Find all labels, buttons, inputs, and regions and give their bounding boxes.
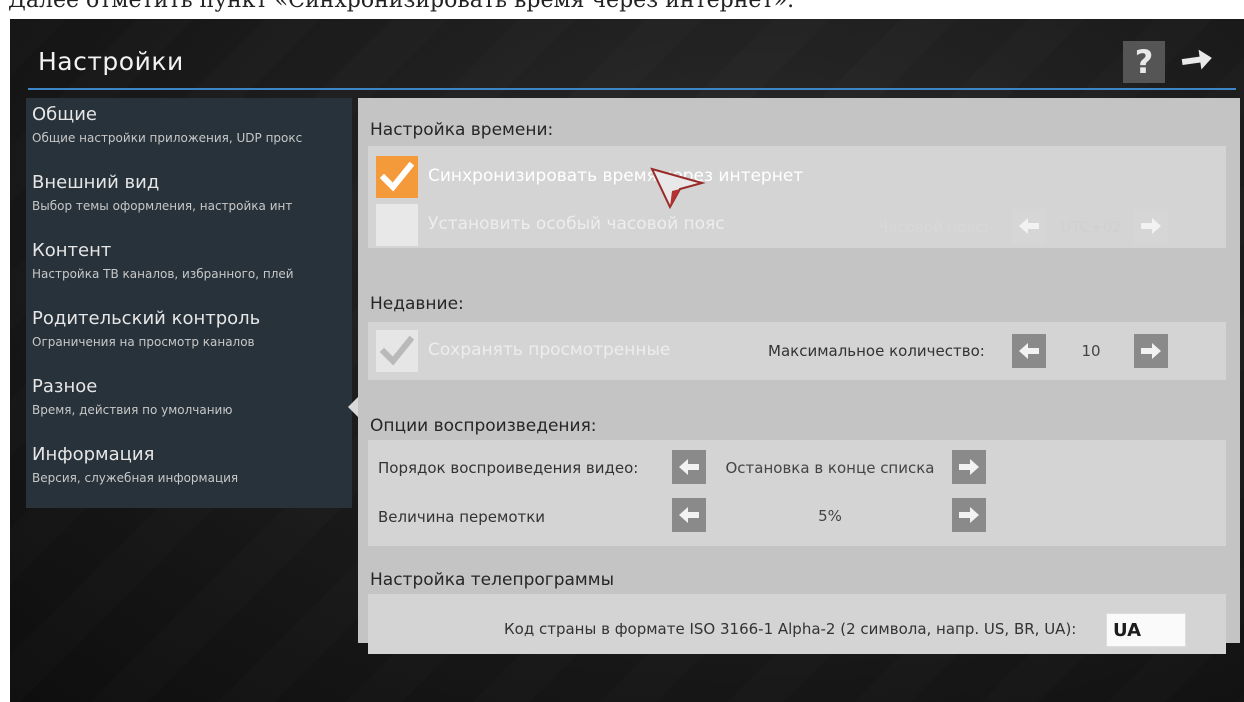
seek-step-next-button[interactable] xyxy=(952,498,986,532)
arrow-left-icon xyxy=(679,459,699,475)
panel-recent: Сохранять просмотренные Максимальное кол… xyxy=(368,322,1226,380)
sync-time-checkbox[interactable] xyxy=(376,156,418,198)
instruction-caption: Далее отметить пункт «Синхронизировать в… xyxy=(8,0,795,13)
timezone-next-button[interactable] xyxy=(1134,209,1168,243)
sidebar-item-title: Информация xyxy=(32,444,155,465)
sidebar-item-subtitle: Настройка ТВ каналов, избранного, плей xyxy=(32,267,294,281)
sidebar-item-title: Родительский контроль xyxy=(32,308,261,329)
timezone-value: UTC+02 xyxy=(1060,218,1122,236)
seek-step-label: Величина перемотки xyxy=(378,508,546,526)
sync-time-label[interactable]: Синхронизировать время через интернет xyxy=(428,166,803,186)
sidebar-item-subtitle: Общие настройки приложения, UDP прокс xyxy=(32,131,303,145)
arrow-left-icon xyxy=(1019,343,1039,359)
country-code-input[interactable]: UA xyxy=(1106,613,1186,647)
sidebar-item-subtitle: Выбор темы оформления, настройка инт xyxy=(32,199,293,213)
sidebar-item-subtitle: Время, действия по умолчанию xyxy=(32,403,233,417)
settings-content: Настройка времени: Синхронизировать врем… xyxy=(358,98,1240,654)
header-divider xyxy=(28,88,1236,90)
section-title-time: Настройка времени: xyxy=(370,120,554,140)
timezone-prev-button[interactable] xyxy=(1012,209,1046,243)
sidebar-item-general[interactable]: Общие Общие настройки приложения, UDP пр… xyxy=(26,98,352,162)
panel-playback: Порядок воспроиведения видео: Остановка … xyxy=(368,440,1226,546)
panel-epg: Код страны в формате ISO 3166-1 Alpha-2 … xyxy=(368,594,1226,654)
help-icon: ? xyxy=(1134,43,1154,81)
play-order-prev-button[interactable] xyxy=(672,450,706,484)
exit-button[interactable] xyxy=(1176,41,1218,83)
sidebar-item-appearance[interactable]: Внешний вид Выбор темы оформления, настр… xyxy=(26,166,352,230)
header: Настройки ? xyxy=(10,19,1244,90)
selected-item-pointer xyxy=(348,397,358,417)
custom-timezone-checkbox[interactable] xyxy=(376,204,418,246)
max-count-next-button[interactable] xyxy=(1134,334,1168,368)
sidebar-item-content[interactable]: Контент Настройка ТВ каналов, избранного… xyxy=(26,234,352,298)
sidebar-item-subtitle: Версия, служебная информация xyxy=(32,471,239,485)
save-watched-label[interactable]: Сохранять просмотренные xyxy=(428,340,670,360)
mouse-cursor-icon xyxy=(650,167,706,209)
arrow-right-icon xyxy=(959,507,979,523)
sidebar-item-misc[interactable]: Разное Время, действия по умолчанию xyxy=(26,370,352,434)
save-watched-checkbox[interactable] xyxy=(376,330,418,372)
sidebar-item-subtitle: Ограничения на просмотр каналов xyxy=(32,335,255,349)
sidebar-item-title: Разное xyxy=(32,376,98,397)
checkmark-icon xyxy=(380,335,414,366)
help-button[interactable]: ? xyxy=(1123,41,1165,83)
sidebar-item-info[interactable]: Информация Версия, служебная информация xyxy=(26,438,352,502)
section-title-playback: Опции воспроизведения: xyxy=(370,416,597,436)
sidebar-item-title: Внешний вид xyxy=(32,172,160,193)
arrow-right-icon xyxy=(959,459,979,475)
play-order-label: Порядок воспроиведения видео: xyxy=(378,459,639,477)
seek-step-value: 5% xyxy=(818,507,842,525)
arrow-left-icon xyxy=(1019,218,1039,234)
max-count-label: Максимальное количество: xyxy=(768,342,985,360)
custom-timezone-label[interactable]: Установить особый часовой пояс xyxy=(428,214,725,234)
app-screen: Настройки ? Общие Общие настройки прилож… xyxy=(10,19,1244,702)
play-order-value: Остановка в конце списка xyxy=(725,459,935,477)
sidebar: Общие Общие настройки приложения, UDP пр… xyxy=(26,98,352,508)
country-code-label: Код страны в формате ISO 3166-1 Alpha-2 … xyxy=(504,620,1077,638)
arrow-right-icon xyxy=(1141,218,1161,234)
arrow-right-icon xyxy=(1141,343,1161,359)
sidebar-item-parental-control[interactable]: Родительский контроль Ограничения на про… xyxy=(26,302,352,366)
max-count-value: 10 xyxy=(1081,342,1101,360)
arrow-right-icon xyxy=(1181,49,1212,70)
max-count-prev-button[interactable] xyxy=(1012,334,1046,368)
timezone-field-label: Часовой пояс: xyxy=(878,218,989,236)
arrow-left-icon xyxy=(679,507,699,523)
seek-step-prev-button[interactable] xyxy=(672,498,706,532)
sidebar-item-title: Контент xyxy=(32,240,112,261)
section-title-epg: Настройка телепрограммы xyxy=(370,570,614,590)
sidebar-item-title: Общие xyxy=(32,104,97,125)
checkmark-icon xyxy=(380,161,414,192)
section-title-recent: Недавние: xyxy=(370,294,464,314)
panel-time: Синхронизировать время через интернет Ус… xyxy=(368,146,1226,248)
play-order-next-button[interactable] xyxy=(952,450,986,484)
page-title: Настройки xyxy=(38,47,184,76)
